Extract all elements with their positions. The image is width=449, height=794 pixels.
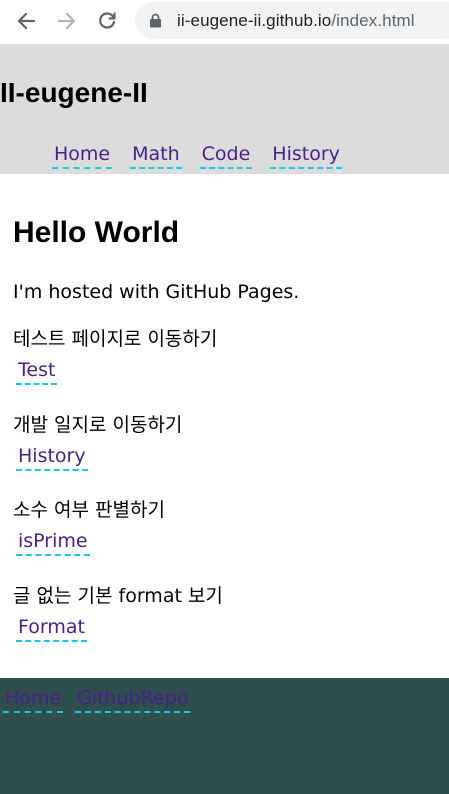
- main-content: Hello World I'm hosted with GitHub Pages…: [0, 174, 449, 678]
- nav-link-history[interactable]: History: [270, 142, 342, 169]
- nav-link-math[interactable]: Math: [130, 142, 182, 169]
- nav-link-code[interactable]: Code: [199, 142, 253, 169]
- format-link[interactable]: Format: [16, 615, 87, 642]
- reload-icon[interactable]: [96, 10, 118, 32]
- entry-text-history: 개발 일지로 이동하기: [13, 414, 183, 436]
- lock-icon: [149, 13, 162, 32]
- footer-link-home[interactable]: Home: [3, 686, 64, 713]
- entry-text-test: 테스트 페이지로 이동하기: [13, 328, 218, 350]
- site-footer: Home GithubRepo: [0, 678, 449, 794]
- intro-text: I'm hosted with GitHub Pages.: [13, 281, 300, 303]
- test-link[interactable]: Test: [16, 358, 58, 385]
- entry-text-isprime: 소수 여부 판별하기: [13, 499, 165, 521]
- site-nav: Home Math Code History: [52, 142, 360, 169]
- nav-link-home[interactable]: Home: [52, 142, 113, 169]
- browser-toolbar: ii-eugene-ii.github.io/index.html: [0, 0, 449, 44]
- page-title: Hello World: [13, 216, 180, 249]
- url-text: ii-eugene-ii.github.io/index.html: [177, 11, 415, 31]
- back-arrow-icon[interactable]: [15, 10, 37, 32]
- isprime-link[interactable]: isPrime: [16, 529, 90, 556]
- url-path: /index.html: [331, 11, 415, 30]
- site-header: II-eugene-II Home Math Code History: [0, 44, 449, 174]
- url-domain: ii-eugene-ii.github.io: [177, 11, 332, 30]
- forward-arrow-icon[interactable]: [56, 10, 78, 32]
- history-link[interactable]: History: [16, 444, 88, 471]
- footer-nav: Home GithubRepo: [3, 686, 202, 713]
- site-title: II-eugene-II: [0, 77, 148, 108]
- entry-text-format: 글 없는 기본 format 보기: [13, 585, 223, 607]
- address-bar[interactable]: ii-eugene-ii.github.io/index.html: [135, 2, 449, 39]
- footer-link-github-repo[interactable]: GithubRepo: [75, 686, 191, 713]
